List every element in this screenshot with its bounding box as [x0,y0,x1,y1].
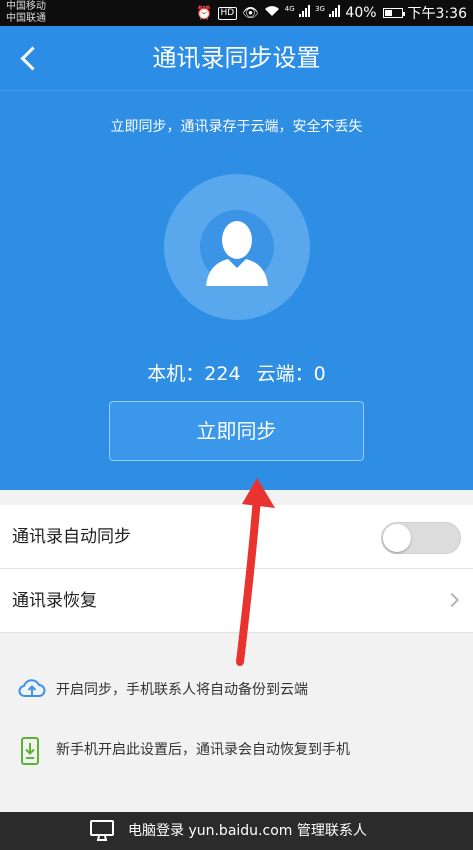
chevron-right-icon [444,592,460,608]
status-icons: ⏰ HD 👁 4G 3G 40% 下午3:36 [196,2,467,24]
signal-2-icon: 3G [315,5,341,21]
cloud-upload-icon [18,679,46,697]
footer-text: 电脑登录 yun.baidu.com 管理联系人 [128,823,367,839]
tip-text: 新手机开启此设置后，通讯录会自动恢复到手机 [56,742,350,758]
carrier-1: 中国移动 [6,1,46,12]
battery-icon [382,8,405,18]
network-1-label: 4G [284,5,295,13]
back-button[interactable] [10,38,46,78]
status-bar: 中国移动 中国联通 ⏰ HD 👁 4G 3G 40% 下午3:36 [0,0,473,26]
clock: 下午3:36 [407,6,467,22]
auto-sync-label: 通讯录自动同步 [12,527,131,547]
sync-now-button[interactable]: 立即同步 [109,401,364,461]
hd-icon: HD [217,6,238,20]
eye-icon: 👁 [242,5,259,21]
tip-item: 新手机开启此设置后，通讯录会自动恢复到手机 [0,720,473,780]
network-2-label: 3G [315,5,325,13]
auto-sync-toggle[interactable] [381,522,461,554]
person-icon [206,221,268,286]
page-title: 通讯录同步设置 [152,44,321,72]
footer-bar[interactable]: 电脑登录 yun.baidu.com 管理联系人 [0,812,473,850]
toggle-knob [383,524,411,552]
app-header: 通讯录同步设置 [0,26,473,90]
settings-list: 通讯录自动同步 通讯录恢复 [0,505,473,633]
tip-item: 开启同步，手机联系人将自动备份到云端 [0,660,473,720]
restore-row[interactable]: 通讯录恢复 [0,569,473,633]
phone-download-icon [21,737,39,765]
tips-list: 开启同步，手机联系人将自动备份到云端 新手机开启此设置后，通讯录会自动恢复到手机 [0,660,473,780]
hero-subtitle: 立即同步，通讯录存于云端，安全不丢失 [110,119,363,135]
alarm-icon: ⏰ [196,5,213,21]
local-count: 本机：224 [147,363,241,385]
battery-percent: 40% [345,5,377,21]
auto-sync-row: 通讯录自动同步 [0,505,473,569]
carrier-labels: 中国移动 中国联通 [6,1,46,25]
sync-hero: 立即同步，通讯录存于云端，安全不丢失 本机：224 云端：0 立即同步 [0,90,473,490]
signal-1-icon: 4G [284,5,311,21]
restore-label: 通讯录恢复 [12,591,97,611]
wifi-icon [264,5,280,21]
cloud-count: 云端：0 [256,363,326,385]
carrier-2: 中国联通 [6,13,46,24]
contact-counts: 本机：224 云端：0 [0,359,473,386]
computer-icon [90,820,114,841]
tip-text: 开启同步，手机联系人将自动备份到云端 [56,682,308,698]
avatar [164,174,310,320]
